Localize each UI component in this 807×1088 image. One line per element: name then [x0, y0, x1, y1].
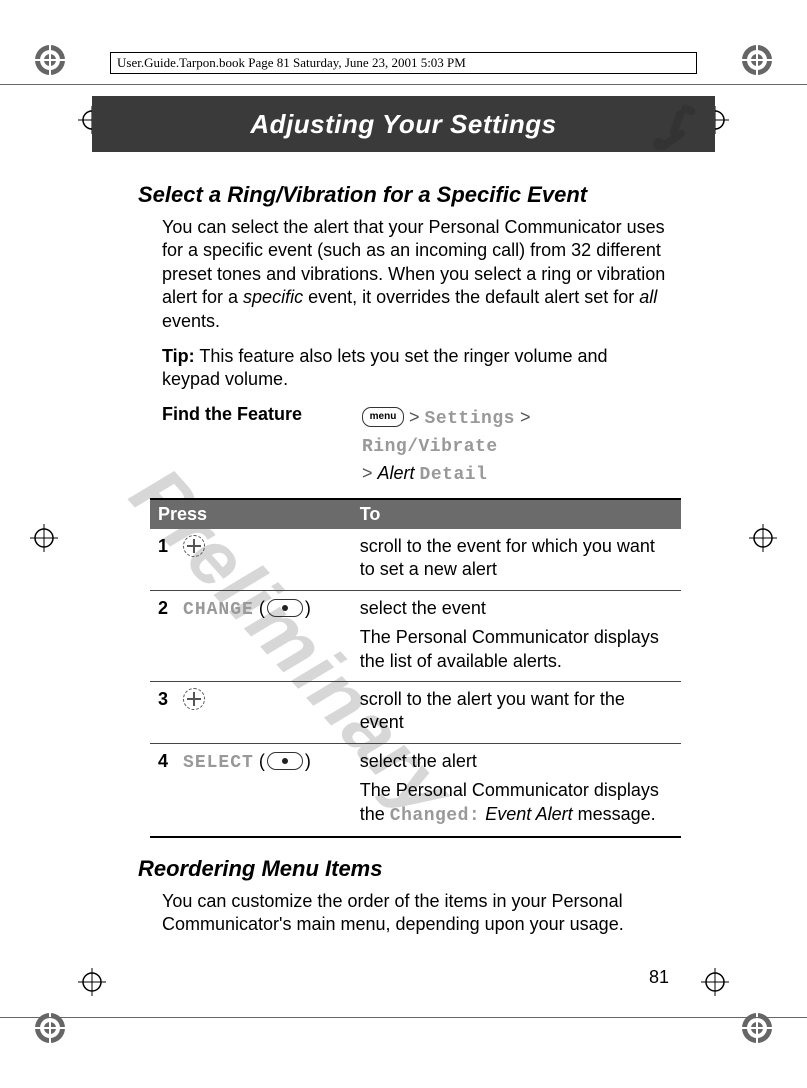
section-heading-ring-vibration: Select a Ring/Vibration for a Specific E…	[138, 182, 669, 208]
registration-mark-icon	[737, 40, 777, 80]
soft-key-icon	[267, 599, 303, 617]
registration-mark-icon	[30, 40, 70, 80]
section1-tip: Tip: This feature also lets you set the …	[162, 345, 669, 392]
table-head-to: To	[352, 499, 681, 529]
crop-mark-icon	[30, 524, 58, 552]
section-heading-reordering: Reordering Menu Items	[138, 856, 669, 882]
menu-key-icon: menu	[362, 407, 404, 427]
crop-guide	[0, 84, 807, 85]
table-row: 1 scroll to the event for which you want…	[150, 529, 681, 590]
nav-key-icon	[183, 535, 205, 557]
crop-mark-icon	[701, 968, 729, 996]
print-header-text: User.Guide.Tarpon.book Page 81 Saturday,…	[117, 55, 466, 71]
find-the-feature-path: menu > Settings > Ring/Vibrate > Alert D…	[362, 404, 669, 488]
registration-mark-icon	[30, 1008, 70, 1048]
find-the-feature-label: Find the Feature	[162, 404, 362, 488]
table-row: 2 CHANGE () select the event The Persona…	[150, 590, 681, 681]
page-content: Select a Ring/Vibration for a Specific E…	[138, 172, 669, 949]
table-row: 4 SELECT () select the alert The Persona…	[150, 743, 681, 837]
instruction-table: Press To 1 scroll to the event for which…	[150, 498, 681, 838]
section2-paragraph: You can customize the order of the items…	[162, 890, 669, 937]
crop-mark-icon	[749, 524, 777, 552]
crop-mark-icon	[78, 968, 106, 996]
table-head-press: Press	[150, 499, 352, 529]
registration-mark-icon	[737, 1008, 777, 1048]
chapter-title: Adjusting Your Settings	[250, 109, 556, 140]
soft-key-icon	[267, 752, 303, 770]
section1-paragraph1: You can select the alert that your Perso…	[162, 216, 669, 333]
print-header: User.Guide.Tarpon.book Page 81 Saturday,…	[110, 52, 697, 74]
page-number: 81	[649, 967, 669, 988]
nav-key-icon	[183, 688, 205, 710]
chapter-title-bar: Adjusting Your Settings	[92, 96, 715, 152]
table-row: 3 scroll to the alert you want for the e…	[150, 681, 681, 743]
crop-guide	[0, 1017, 807, 1018]
settings-wrench-icon	[647, 102, 703, 158]
find-the-feature: Find the Feature menu > Settings > Ring/…	[162, 404, 669, 488]
